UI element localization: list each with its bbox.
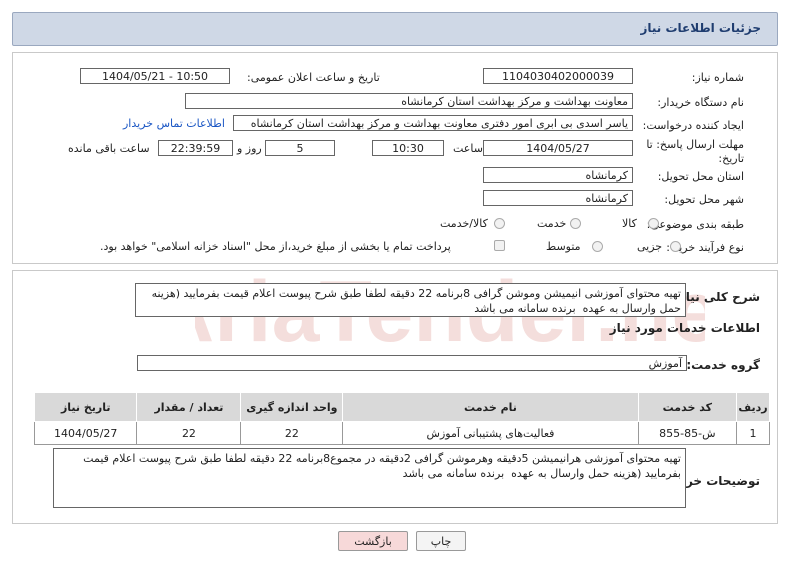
province-field: کرمانشاه [483, 167, 633, 183]
buyer-contact-link[interactable]: اطلاعات تماس خریدار [123, 117, 225, 130]
payment-note: پرداخت تمام یا بخشی از مبلغ خرید،از محل … [100, 240, 451, 253]
category-radio-goods-service[interactable] [494, 218, 505, 229]
table-header-row: ردیف کد خدمت نام خدمت واحد اندازه گیری ت… [33, 392, 770, 422]
summary-textarea[interactable]: تهیه محتوای آموزشی انیمیشن وموشن گرافی 8… [135, 283, 686, 317]
creator-field: یاسر اسدی بی ابری امور دفتری معاونت بهدا… [233, 115, 633, 131]
province-label: استان محل تحویل: [657, 170, 744, 183]
category-radio-goods[interactable] [648, 218, 659, 229]
deadline-date-field: 1404/05/27 [483, 140, 633, 156]
deadline-label: مهلت ارسال پاسخ: تا تاریخ: [646, 138, 744, 165]
buyer-notes-textarea[interactable]: تهیه محتوای آموزشی هرانیمیشن 5دقیقه وهرم… [53, 448, 686, 508]
cell-unit: 22 [240, 421, 344, 445]
need-number-label: شماره نیاز: [691, 71, 744, 84]
time-label: ساعت [453, 142, 483, 155]
service-group-label: گروه خدمت: [686, 358, 760, 372]
page-title: جزئیات اطلاعات نیاز [640, 21, 761, 35]
col-header-quantity: تعداد / مقدار [136, 392, 242, 422]
days-field: 5 [265, 140, 335, 156]
process-radio-minor[interactable] [670, 241, 681, 252]
process-option-medium: متوسط [546, 240, 581, 253]
col-header-row-number: ردیف [736, 392, 770, 422]
days-label: روز و [237, 142, 262, 155]
announce-label: تاریخ و ساعت اعلان عمومی: [247, 71, 380, 84]
need-number-field: 1104030402000039 [483, 68, 633, 84]
col-header-unit: واحد اندازه گیری [240, 392, 344, 422]
remaining-time-field: 22:39:59 [158, 140, 233, 156]
cell-quantity: 22 [136, 421, 242, 445]
services-title: اطلاعات خدمات مورد نیاز [609, 321, 760, 335]
back-button[interactable]: بازگشت [338, 531, 408, 551]
deadline-time-field: 10:30 [372, 140, 444, 156]
table-row: 1 ش-85-855 فعالیت‌های پشتیبانی آموزش 22 … [33, 421, 770, 445]
services-table: ردیف کد خدمت نام خدمت واحد اندازه گیری ت… [33, 392, 770, 445]
creator-label: ایجاد کننده درخواست: [642, 119, 744, 132]
service-group-field: آموزش [137, 355, 687, 371]
city-field: کرمانشاه [483, 190, 633, 206]
announce-datetime-field: 1404/05/21 - 10:50 [80, 68, 230, 84]
cell-service-name: فعالیت‌های پشتیبانی آموزش [342, 421, 639, 445]
page-header: جزئیات اطلاعات نیاز [12, 12, 778, 46]
category-radio-service[interactable] [570, 218, 581, 229]
remaining-label: ساعت باقی مانده [68, 142, 150, 155]
cell-service-code: ش-85-855 [637, 421, 738, 445]
category-label: طبقه بندی موضوعی: [646, 218, 744, 231]
buyer-field: معاونت بهداشت و مرکز بهداشت استان کرمانش… [185, 93, 633, 109]
process-radio-medium[interactable] [592, 241, 603, 252]
col-header-need-date: تاریخ نیاز [33, 392, 138, 422]
print-button[interactable]: چاپ [416, 531, 466, 551]
city-label: شهر محل تحویل: [664, 193, 744, 206]
summary-label: شرح کلی نیاز: [674, 290, 760, 304]
treasury-checkbox[interactable] [494, 240, 505, 251]
cell-need-date: 1404/05/27 [33, 421, 138, 445]
process-option-minor: جزیی [637, 240, 663, 253]
category-option-goods: کالا [622, 217, 637, 230]
col-header-service-name: نام خدمت [342, 392, 639, 422]
category-option-goods-service: کالا/خدمت [440, 217, 488, 230]
category-option-service: خدمت [537, 217, 567, 230]
cell-row-number: 1 [736, 421, 770, 445]
buyer-label: نام دستگاه خریدار: [657, 96, 744, 109]
col-header-service-code: کد خدمت [637, 392, 738, 422]
